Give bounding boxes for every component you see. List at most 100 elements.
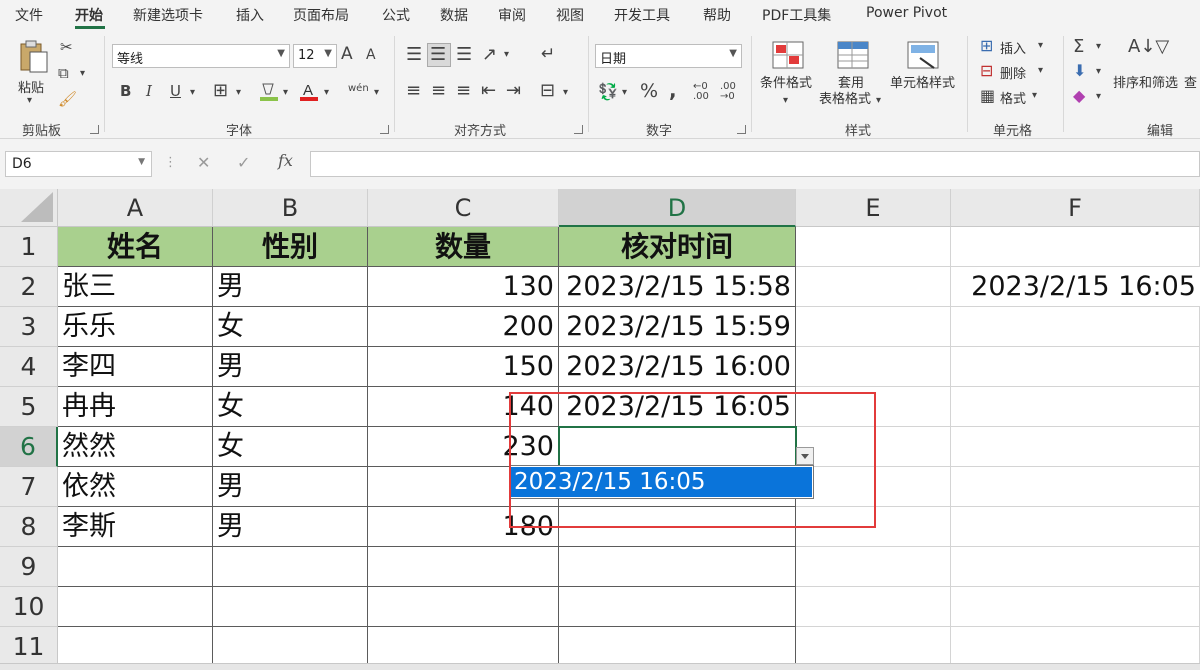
cell-e11[interactable] xyxy=(796,627,951,667)
paste-label[interactable]: 粘贴 xyxy=(18,77,44,96)
copy-icon[interactable]: ⧉ xyxy=(58,66,69,81)
underline-icon[interactable]: U xyxy=(170,84,181,99)
tab-file[interactable]: 文件 xyxy=(15,5,43,25)
cell-styles-icon[interactable] xyxy=(906,40,940,70)
row-header-7[interactable]: 7 xyxy=(0,467,58,507)
tab-page-layout[interactable]: 页面布局 xyxy=(293,5,349,25)
chevron-down-icon[interactable]: ▾ xyxy=(190,88,195,98)
conditional-format-label[interactable]: 条件格式 xyxy=(760,76,812,92)
chevron-down-icon[interactable]: ▾ xyxy=(1096,42,1101,52)
phonetic-icon[interactable]: wén xyxy=(348,84,369,94)
cell-f9[interactable] xyxy=(951,547,1200,587)
insert-label[interactable]: 插入 xyxy=(1000,38,1026,57)
cell-f10[interactable] xyxy=(951,587,1200,627)
align-middle-icon[interactable]: ☰ xyxy=(427,43,451,67)
bold-icon[interactable]: B xyxy=(120,84,131,99)
format-painter-icon[interactable]: 🖌 xyxy=(58,92,77,107)
align-center-icon[interactable]: ≡ xyxy=(431,82,446,100)
cell-c10[interactable] xyxy=(368,587,559,627)
tab-power-pivot[interactable]: Power Pivot xyxy=(866,5,947,21)
cell-f8[interactable] xyxy=(951,507,1200,547)
tab-home[interactable]: 开始 xyxy=(75,5,103,25)
format-as-table-label-1[interactable]: 套用 xyxy=(838,76,864,92)
cell-b7[interactable]: 男 xyxy=(213,467,368,507)
cell-f4[interactable] xyxy=(951,347,1200,387)
cell-d3[interactable]: 2023/2/15 15:59 xyxy=(559,307,796,347)
column-header-a[interactable]: A xyxy=(58,189,213,227)
chevron-down-icon[interactable]: ▾ xyxy=(504,50,509,60)
tab-pdf[interactable]: PDF工具集 xyxy=(762,5,831,25)
cell-a8[interactable]: 李斯 xyxy=(58,507,213,547)
cancel-icon[interactable]: ✕ xyxy=(197,155,210,171)
font-color-icon[interactable]: A xyxy=(298,80,320,104)
cell-f1[interactable] xyxy=(951,227,1200,267)
cell-b3[interactable]: 女 xyxy=(213,307,368,347)
fill-color-icon[interactable] xyxy=(258,80,280,104)
select-all-button[interactable] xyxy=(0,189,58,227)
cell-c3[interactable]: 200 xyxy=(368,307,559,347)
cell-b6[interactable]: 女 xyxy=(213,427,368,467)
column-header-d[interactable]: D xyxy=(559,189,796,227)
chevron-down-icon[interactable]: ▾ xyxy=(1038,41,1043,51)
orientation-icon[interactable]: ↗ xyxy=(482,46,497,64)
insert-function-icon[interactable]: fx xyxy=(278,153,293,169)
cut-icon[interactable]: ✂ xyxy=(60,40,73,55)
cell-a11[interactable] xyxy=(58,627,213,667)
formula-input[interactable] xyxy=(310,151,1200,177)
tab-insert[interactable]: 插入 xyxy=(236,5,264,25)
cell-e9[interactable] xyxy=(796,547,951,587)
cell-b10[interactable] xyxy=(213,587,368,627)
decrease-decimal-icon[interactable]: .00 →0 xyxy=(720,82,736,102)
cell-b11[interactable] xyxy=(213,627,368,667)
font-size-dropdown[interactable]: 12 ▼ xyxy=(293,44,337,68)
clear-icon[interactable]: ◆ xyxy=(1073,88,1085,104)
cell-d10[interactable] xyxy=(559,587,796,627)
currency-icon[interactable]: 💱 xyxy=(598,84,618,100)
delete-cells-icon[interactable]: ⊟ xyxy=(980,63,993,79)
decrease-indent-icon[interactable]: ⇤ xyxy=(481,82,496,100)
cell-e1[interactable] xyxy=(796,227,951,267)
delete-label[interactable]: 删除 xyxy=(1000,63,1026,82)
border-icon[interactable]: ⊞ xyxy=(213,82,228,100)
cell-a5[interactable]: 冉冉 xyxy=(58,387,213,427)
row-header-2[interactable]: 2 xyxy=(0,267,58,307)
chevron-down-icon[interactable]: ▾ xyxy=(374,88,379,98)
chevron-down-icon[interactable]: ▾ xyxy=(876,96,881,106)
cell-d9[interactable] xyxy=(559,547,796,587)
tab-developer[interactable]: 开发工具 xyxy=(614,5,670,25)
align-right-icon[interactable]: ≡ xyxy=(456,82,471,100)
column-header-c[interactable]: C xyxy=(368,189,559,227)
column-header-f[interactable]: F xyxy=(951,189,1200,227)
row-header-1[interactable]: 1 xyxy=(0,227,58,267)
tab-data[interactable]: 数据 xyxy=(440,5,468,25)
format-label[interactable]: 格式 xyxy=(1000,88,1026,107)
font-launcher-icon[interactable] xyxy=(380,125,389,134)
cell-c2[interactable]: 130 xyxy=(368,267,559,307)
chevron-down-icon[interactable]: ▾ xyxy=(563,88,568,98)
cell-e10[interactable] xyxy=(796,587,951,627)
align-top-icon[interactable]: ☰ xyxy=(406,46,422,64)
sort-filter-label[interactable]: 排序和筛选 xyxy=(1113,76,1178,92)
increase-indent-icon[interactable]: ⇥ xyxy=(506,82,521,100)
find-select-label[interactable]: 查 xyxy=(1184,76,1197,92)
format-as-table-icon[interactable] xyxy=(836,40,870,70)
cell-b5[interactable]: 女 xyxy=(213,387,368,427)
cell-c11[interactable] xyxy=(368,627,559,667)
tab-review[interactable]: 审阅 xyxy=(498,5,526,25)
tab-view[interactable]: 视图 xyxy=(556,5,584,25)
tab-formulas[interactable]: 公式 xyxy=(382,5,410,25)
cell-b9[interactable] xyxy=(213,547,368,587)
alignment-launcher-icon[interactable] xyxy=(574,125,583,134)
chevron-down-icon[interactable]: ▾ xyxy=(324,88,329,98)
cell-a9[interactable] xyxy=(58,547,213,587)
row-header-10[interactable]: 10 xyxy=(0,587,58,627)
chevron-down-icon[interactable]: ▾ xyxy=(622,88,627,98)
italic-icon[interactable]: I xyxy=(146,84,152,99)
cell-a7[interactable]: 依然 xyxy=(58,467,213,507)
cell-c9[interactable] xyxy=(368,547,559,587)
chevron-down-icon[interactable]: ▾ xyxy=(236,88,241,98)
cell-d2[interactable]: 2023/2/15 15:58 xyxy=(559,267,796,307)
cell-a1[interactable]: 姓名 xyxy=(58,227,213,267)
cell-a3[interactable]: 乐乐 xyxy=(58,307,213,347)
enter-icon[interactable]: ✓ xyxy=(237,155,250,171)
